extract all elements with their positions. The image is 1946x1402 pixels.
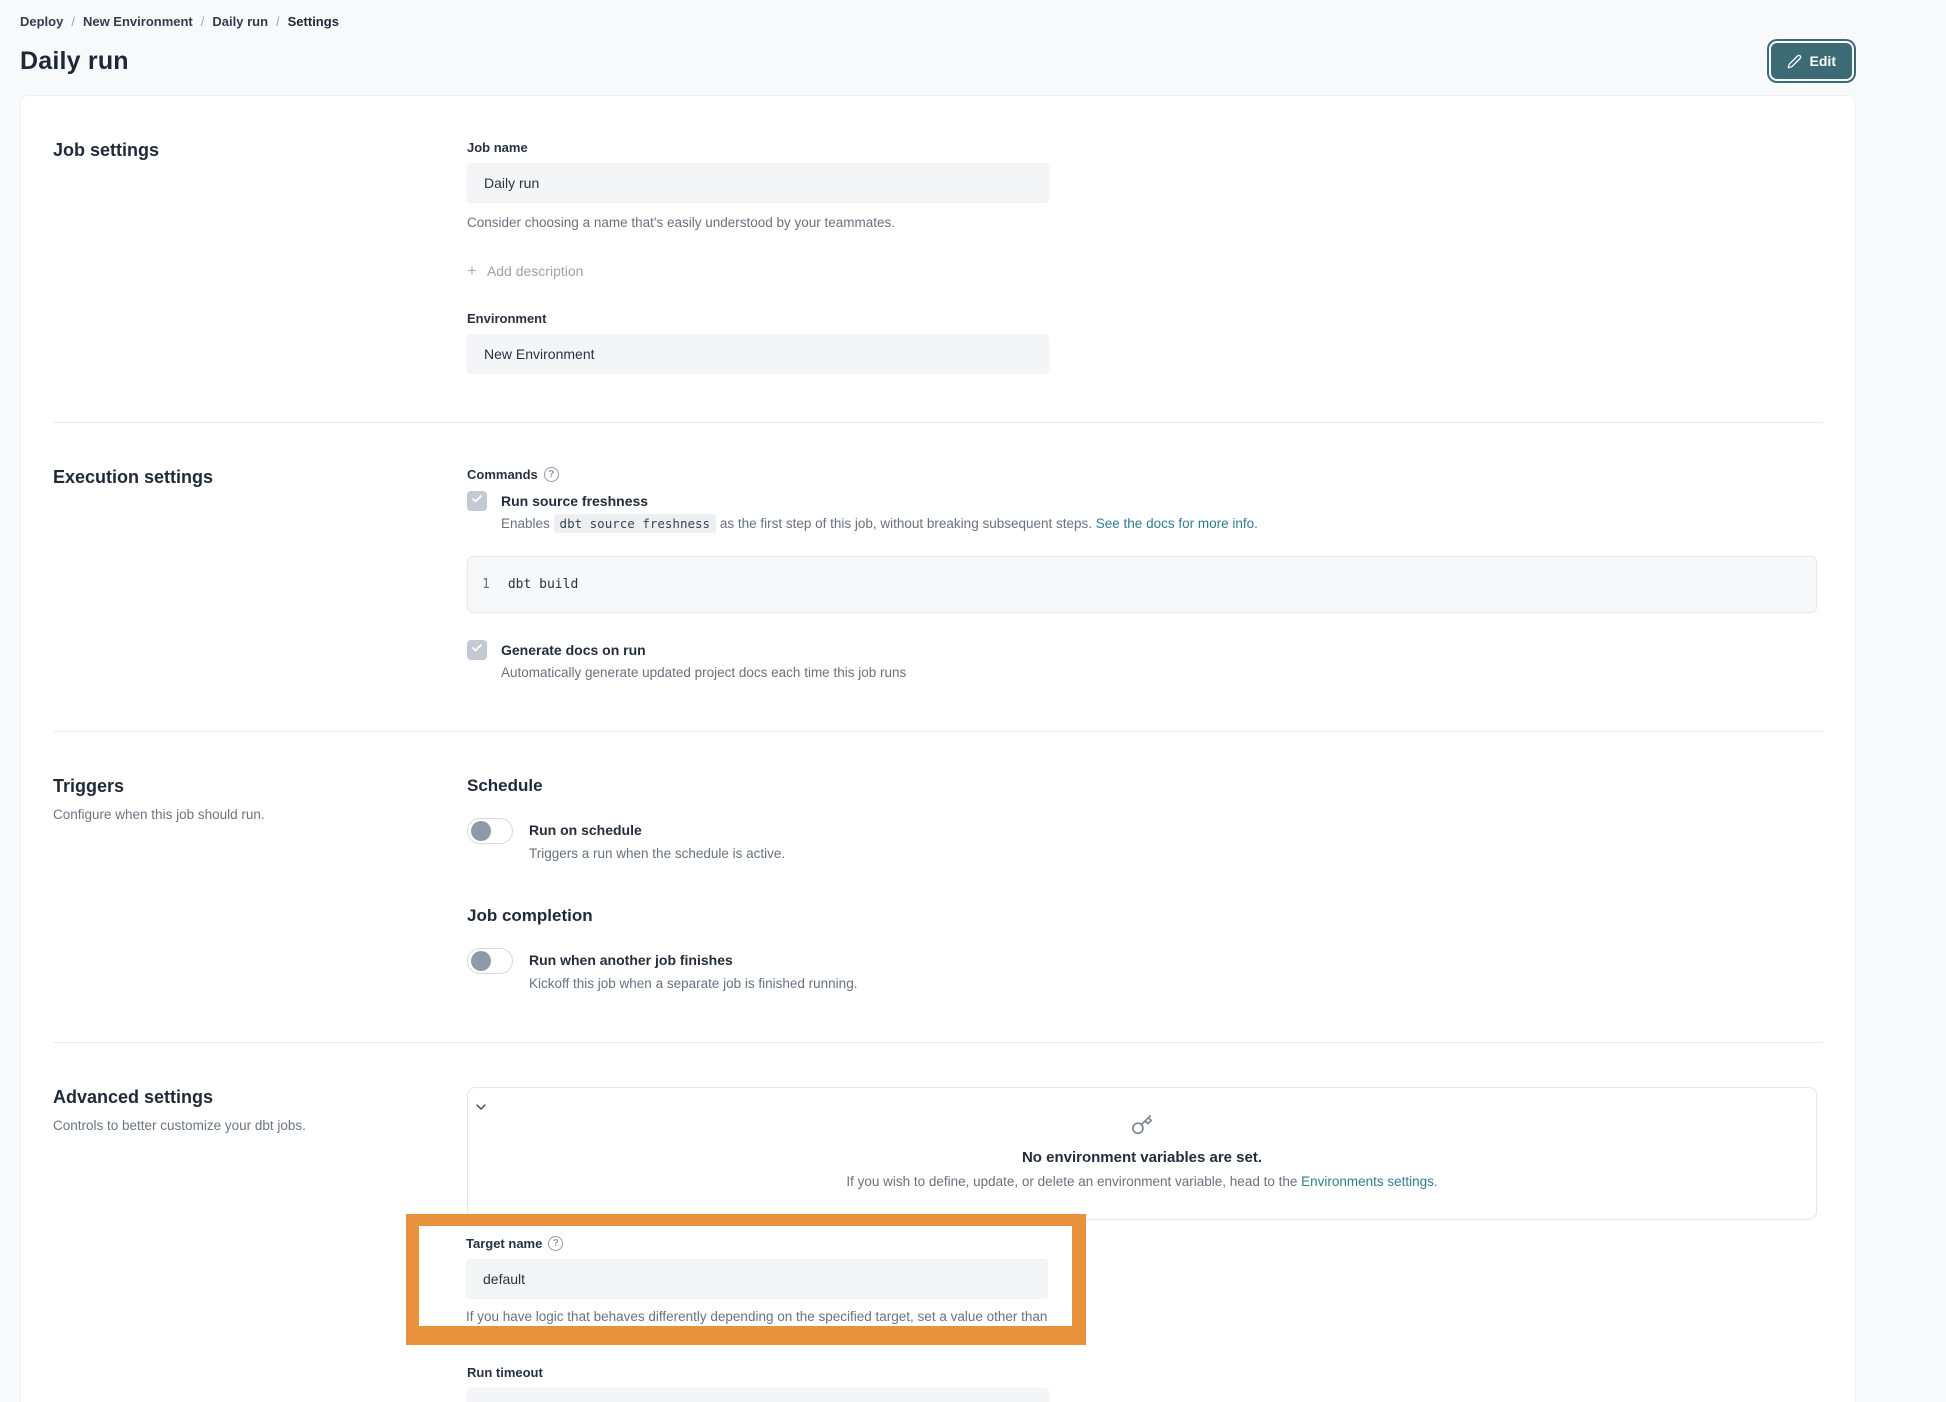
run-on-schedule-row: Run on schedule Triggers a run when the …: [467, 818, 1823, 864]
environment-input[interactable]: [467, 334, 1049, 374]
job-name-input[interactable]: [467, 163, 1049, 203]
run-when-job-finishes-toggle[interactable]: [467, 948, 513, 974]
breadcrumb-separator: /: [276, 14, 280, 29]
chevron-down-icon[interactable]: [473, 1099, 489, 1118]
advanced-settings-subheading: Controls to better customize your dbt jo…: [53, 1118, 383, 1133]
desc-text: Enables: [501, 516, 554, 531]
env-vars-desc: If you wish to define, update, or delete…: [488, 1174, 1796, 1189]
breadcrumb-deploy[interactable]: Deploy: [20, 14, 63, 29]
run-on-schedule-desc: Triggers a run when the schedule is acti…: [529, 844, 785, 864]
section-triggers: Triggers Configure when this job should …: [53, 731, 1823, 1042]
run-source-freshness-label: Run source freshness: [501, 490, 1258, 512]
env-vars-title: No environment variables are set.: [488, 1149, 1796, 1166]
job-name-label: Job name: [467, 140, 1823, 155]
environment-variables-panel: No environment variables are set. If you…: [467, 1087, 1817, 1220]
generate-docs-checkbox[interactable]: [467, 640, 487, 660]
breadcrumb-separator: /: [71, 14, 75, 29]
key-icon: [488, 1114, 1796, 1141]
run-when-job-finishes-row: Run when another job finishes Kickoff th…: [467, 948, 1823, 994]
breadcrumb-environment[interactable]: New Environment: [83, 14, 193, 29]
job-completion-heading: Job completion: [467, 906, 1823, 926]
commands-code-editor[interactable]: 1 dbt build: [467, 556, 1817, 613]
breadcrumb-settings: Settings: [288, 14, 339, 29]
environment-label: Environment: [467, 311, 1823, 326]
environments-settings-link[interactable]: Environments settings: [1301, 1174, 1434, 1189]
help-icon[interactable]: ?: [548, 1236, 563, 1251]
run-when-job-finishes-desc: Kickoff this job when a separate job is …: [529, 974, 857, 994]
job-settings-heading: Job settings: [53, 140, 467, 161]
desc-text: If you wish to define, update, or delete…: [846, 1174, 1301, 1189]
plus-icon: +: [467, 262, 477, 279]
pencil-icon: [1787, 54, 1802, 69]
edit-button[interactable]: Edit: [1771, 43, 1852, 79]
run-source-freshness-desc: Enables dbt source freshness as the firs…: [501, 514, 1258, 534]
breadcrumb-job[interactable]: Daily run: [212, 14, 268, 29]
run-timeout-label: Run timeout: [467, 1365, 1823, 1380]
run-source-freshness-row: Run source freshness Enables dbt source …: [467, 490, 1823, 534]
check-icon: [471, 641, 483, 659]
helper-line: If you have logic that behaves different…: [466, 1307, 1051, 1326]
triggers-heading: Triggers: [53, 776, 467, 797]
generate-docs-desc: Automatically generate updated project d…: [501, 663, 906, 683]
run-source-freshness-checkbox[interactable]: [467, 491, 487, 511]
top-bar: Deploy / New Environment / Daily run / S…: [0, 0, 1946, 79]
job-name-helper: Consider choosing a name that's easily u…: [467, 213, 1823, 232]
toggle-knob: [471, 951, 491, 971]
triggers-subheading: Configure when this job should run.: [53, 807, 383, 822]
target-name-group: Target name ? If you have logic that beh…: [419, 1226, 1072, 1326]
section-job-settings: Job settings Job name Consider choosing …: [53, 96, 1823, 422]
desc-text: as the first step of this job, without b…: [716, 516, 1096, 531]
toggle-knob: [471, 821, 491, 841]
schedule-heading: Schedule: [467, 776, 1823, 796]
commands-label: Commands ?: [467, 467, 1823, 482]
run-on-schedule-toggle[interactable]: [467, 818, 513, 844]
run-on-schedule-label: Run on schedule: [529, 818, 785, 842]
run-timeout-group: Run timeout Maximum number of seconds a …: [467, 1365, 1823, 1402]
generate-docs-label: Generate docs on run: [501, 639, 906, 661]
add-description-label: Add description: [487, 263, 584, 279]
section-execution-settings: Execution settings Commands ? Run source…: [53, 422, 1823, 731]
breadcrumb-separator: /: [201, 14, 205, 29]
check-icon: [471, 492, 483, 510]
command-text: dbt build: [508, 577, 578, 592]
commands-label-text: Commands: [467, 467, 538, 482]
target-name-label-text: Target name: [466, 1236, 542, 1251]
generate-docs-row: Generate docs on run Automatically gener…: [467, 639, 1823, 683]
target-name-helper: If you have logic that behaves different…: [466, 1307, 1051, 1326]
add-description-button[interactable]: + Add description: [467, 262, 583, 279]
edit-button-label: Edit: [1810, 53, 1836, 69]
advanced-settings-heading: Advanced settings: [53, 1087, 467, 1108]
code-chip: dbt source freshness: [554, 514, 717, 533]
line-number: 1: [482, 577, 490, 592]
breadcrumb: Deploy / New Environment / Daily run / S…: [20, 14, 1856, 29]
page-title: Daily run: [20, 47, 129, 76]
run-when-job-finishes-label: Run when another job finishes: [529, 948, 857, 972]
help-icon[interactable]: ?: [544, 467, 559, 482]
section-advanced-settings: Advanced settings Controls to better cus…: [53, 1042, 1823, 1402]
target-name-input[interactable]: [466, 1259, 1048, 1299]
docs-link[interactable]: See the docs for more info.: [1096, 516, 1258, 531]
run-timeout-input[interactable]: [467, 1388, 1049, 1402]
execution-settings-heading: Execution settings: [53, 467, 467, 488]
desc-text: .: [1434, 1174, 1438, 1189]
settings-card: Job settings Job name Consider choosing …: [20, 95, 1856, 1402]
target-name-highlight: Target name ? If you have logic that beh…: [406, 1214, 1086, 1345]
target-name-label: Target name ?: [466, 1236, 1072, 1251]
